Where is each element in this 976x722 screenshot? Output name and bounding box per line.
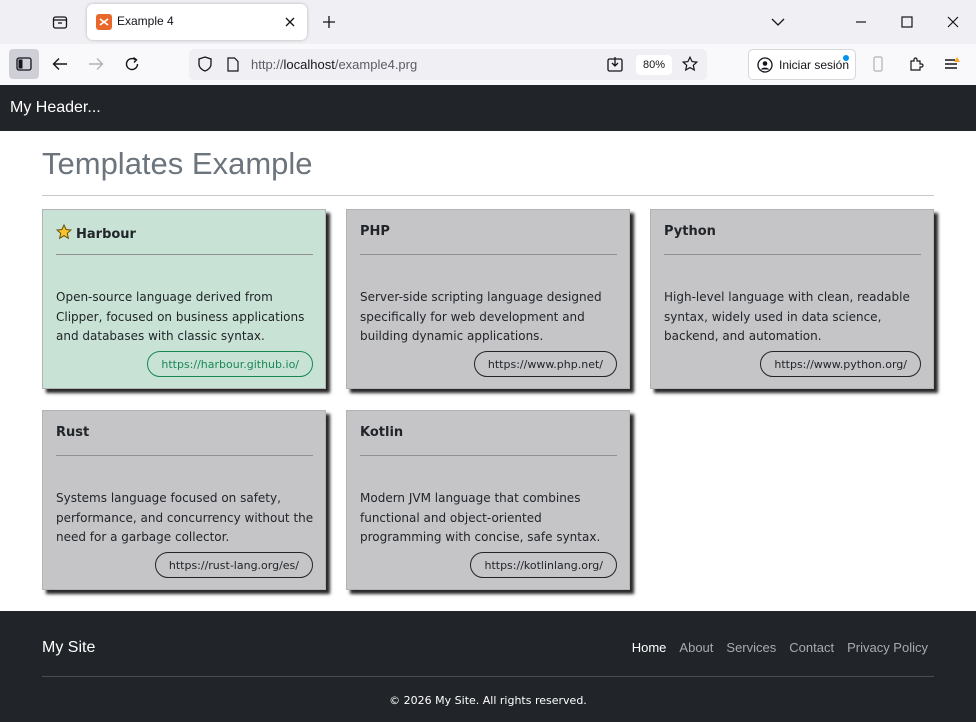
card-php: PHP Server-side scripting language desig…	[346, 209, 630, 389]
card-divider	[56, 455, 313, 456]
shield-icon[interactable]	[195, 54, 215, 74]
card-python: Python High-level language with clean, r…	[650, 209, 934, 389]
footer-nav: Home About Services Contact Privacy Poli…	[632, 640, 928, 655]
footer-link-services[interactable]: Services	[726, 640, 776, 655]
footer-copyright: © 2026 My Site. All rights reserved.	[389, 694, 587, 707]
card-divider	[360, 254, 617, 255]
address-bar[interactable]: http://localhost/example4.prg 80%	[189, 49, 707, 80]
page-title: Templates Example	[42, 146, 313, 181]
account-avatar-icon	[757, 57, 773, 77]
card-link-button[interactable]: https://kotlinlang.org/	[470, 552, 617, 578]
browser-tab-bar: Example 4	[0, 0, 976, 44]
back-arrow-icon[interactable]	[45, 49, 75, 79]
url-host: localhost	[283, 57, 335, 72]
maximize-icon[interactable]	[896, 11, 918, 33]
bookmark-star-icon[interactable]	[680, 54, 700, 74]
card-rust: Rust Systems language focused on safety,…	[42, 410, 326, 590]
footer-link-privacy[interactable]: Privacy Policy	[847, 640, 928, 655]
tab-list-icon[interactable]	[48, 11, 72, 33]
card-title: Python	[664, 224, 716, 239]
new-tab-plus-icon[interactable]	[318, 11, 340, 33]
card-header: PHP	[360, 224, 390, 239]
extensions-puzzle-icon[interactable]	[901, 49, 931, 79]
card-header: Harbour	[55, 223, 136, 244]
card-link-button[interactable]: https://rust-lang.org/es/	[154, 552, 313, 578]
browser-tab-active[interactable]: Example 4	[87, 4, 307, 40]
page-info-icon[interactable]	[223, 54, 243, 74]
tab-close-icon[interactable]	[281, 13, 299, 31]
app-menu-icon[interactable]	[937, 49, 967, 79]
card-title: Harbour	[76, 226, 136, 242]
footer-link-contact[interactable]: Contact	[789, 640, 834, 655]
card-description: High-level language with clean, readable…	[664, 290, 910, 343]
title-divider	[42, 195, 934, 196]
close-window-icon[interactable]	[942, 11, 964, 33]
site-footer: My Site Home About Services Contact Priv…	[0, 611, 976, 722]
footer-divider	[42, 676, 934, 677]
forward-arrow-icon[interactable]	[81, 49, 111, 79]
card-title: Rust	[56, 425, 90, 440]
url-prefix: http://	[251, 57, 284, 72]
sidebar-toggle-icon[interactable]	[9, 49, 39, 79]
card-kotlin: Kotlin Modern JVM language that combines…	[346, 410, 630, 590]
site-header: My Header...	[0, 85, 976, 131]
card-harbour: Harbour Open-source language derived fro…	[42, 209, 326, 389]
footer-link-home[interactable]: Home	[632, 640, 667, 655]
card-description: Open-source language derived from Clippe…	[56, 290, 305, 343]
browser-nav-bar: http://localhost/example4.prg 80% Inicia…	[0, 44, 976, 85]
star-icon	[55, 223, 73, 244]
card-description: Systems language focused on safety, perf…	[56, 491, 314, 544]
card-link-button[interactable]: https://www.php.net/	[473, 351, 617, 377]
card-header: Rust	[56, 425, 89, 440]
zoom-level-badge[interactable]: 80%	[636, 55, 672, 75]
card-header: Kotlin	[360, 425, 403, 440]
signin-button[interactable]: Iniciar sesión	[748, 49, 856, 80]
mobile-device-icon[interactable]	[863, 49, 893, 79]
signin-label: Iniciar sesión	[779, 58, 850, 72]
card-description: Server-side scripting language designed …	[360, 290, 602, 343]
reload-icon[interactable]	[117, 49, 147, 79]
url-path: /example4.prg	[334, 57, 418, 72]
card-description: Modern JVM language that combines functi…	[360, 491, 601, 544]
card-title: PHP	[360, 224, 390, 239]
card-divider	[360, 455, 617, 456]
card-title: Kotlin	[360, 425, 404, 440]
footer-brand[interactable]: My Site	[42, 639, 95, 657]
card-link-button[interactable]: https://www.python.org/	[760, 351, 921, 377]
card-divider	[664, 254, 921, 255]
harbour-favicon-icon	[96, 14, 112, 30]
save-to-pocket-icon[interactable]	[605, 54, 625, 74]
card-divider	[56, 254, 313, 255]
card-header: Python	[664, 224, 716, 239]
tab-title: Example 4	[117, 14, 174, 28]
card-link-button[interactable]: https://harbour.github.io/	[147, 351, 313, 377]
site-header-title: My Header...	[10, 99, 101, 116]
url-text[interactable]: http://localhost/example4.prg	[251, 57, 417, 72]
notification-dot	[843, 55, 849, 61]
minimize-icon[interactable]	[850, 11, 872, 33]
footer-link-about[interactable]: About	[679, 640, 713, 655]
list-all-tabs-chevron-icon[interactable]	[767, 11, 789, 33]
